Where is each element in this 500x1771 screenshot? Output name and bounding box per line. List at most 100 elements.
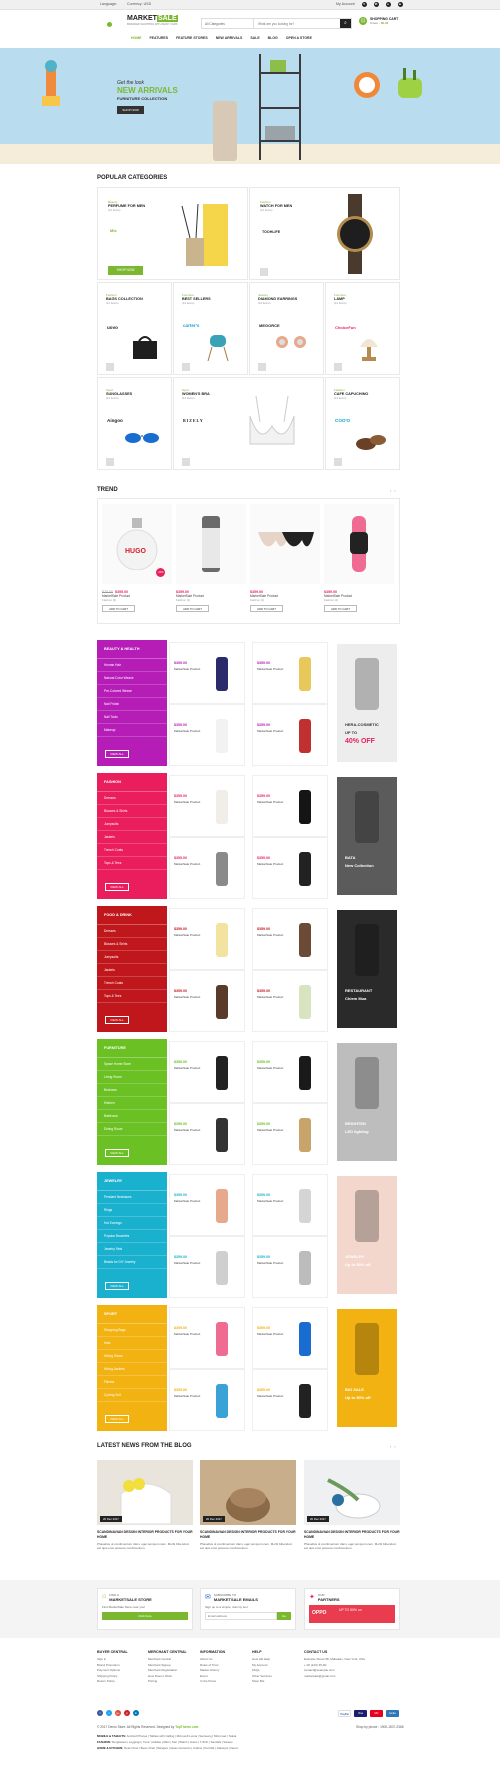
category-sidebar-item[interactable]: Popular Bracelets (97, 1230, 167, 1243)
category-sidebar-item[interactable]: Shopping Bags (97, 1324, 167, 1337)
view-all-button[interactable]: VIEW ALL (105, 883, 129, 891)
category-sidebar-item[interactable]: Cycling Suit (97, 1389, 167, 1402)
news-title-link[interactable]: SCANDINAVIAN DESIGN INTERIOR PRODUCTS FO… (97, 1530, 193, 1539)
news-title-link[interactable]: SCANDINAVIAN DESIGN INTERIOR PRODUCTS FO… (200, 1530, 296, 1539)
block-product[interactable]: $359.00 MarketSale Product (169, 1236, 245, 1298)
add-to-cart-button[interactable]: ADD TO CART (102, 605, 135, 612)
category-sidebar-item[interactable]: Kitchen (97, 1097, 167, 1110)
banner-shop-button[interactable]: SHOP NOW (117, 106, 144, 114)
category-block-title[interactable]: BEAUTY & HEALTH (97, 640, 167, 659)
category-sidebar-item[interactable]: Space Home Store (97, 1058, 167, 1071)
logo[interactable]: MARKETSALE (127, 15, 178, 22)
block-product[interactable]: $359.00 MarketSale Product (169, 1103, 245, 1165)
arrow-icon[interactable] (260, 268, 268, 276)
nav-open-store[interactable]: OPEN A STORE (286, 36, 312, 40)
category-sidebar-item[interactable]: Jewelry Sets (97, 1243, 167, 1256)
category-lamp[interactable]: Furniture LAMP (12 items) ChoiceFun (325, 282, 400, 375)
prev-arrow-icon[interactable]: ‹ (390, 488, 391, 493)
view-all-button[interactable]: VIEW ALL (105, 1415, 129, 1423)
block-product[interactable]: $359.00 MarketSale Product (252, 1369, 328, 1431)
block-product[interactable]: $359.00 MarketSale Product (169, 837, 245, 899)
block-product[interactable]: $359.00 MarketSale Product (169, 642, 245, 704)
block-product[interactable]: $359.00 MarketSale Product (252, 1041, 328, 1103)
category-sidebar-item[interactable]: Dining Room (97, 1123, 167, 1136)
category-bra[interactable]: Sport WOMEN'S BRA (12 items) BIZELY (173, 377, 324, 470)
category-sidebar-item[interactable]: Tops & Tees (97, 857, 167, 870)
block-product[interactable]: $359.00 MarketSale Product (169, 775, 245, 837)
next-arrow-icon[interactable]: › (394, 1444, 395, 1449)
category-sidebar-item[interactable]: Trench Coats (97, 977, 167, 990)
category-sidebar-item[interactable]: Pendant Necklaces (97, 1191, 167, 1204)
news-card[interactable]: 20 Dec 2017 SCANDINAVIAN DESIGN INTERIOR… (97, 1460, 193, 1570)
search-input[interactable] (254, 19, 340, 28)
contact-email[interactable]: marketsale@gmail.com (304, 1674, 400, 1680)
category-block-title[interactable]: JEWELRY (97, 1172, 167, 1191)
category-sidebar-item[interactable]: Blouses & Shirts (97, 805, 167, 818)
category-sidebar-item[interactable]: Blouses & Shirts (97, 938, 167, 951)
arrow-icon[interactable] (258, 363, 266, 371)
language-selector[interactable]: Language: (100, 2, 117, 6)
category-watch[interactable]: Fashion WATCH FOR MEN (12 items) TOOHLIF… (249, 187, 400, 280)
oppo-promo[interactable]: OPPO UP TO 50% on (309, 1605, 395, 1623)
arrow-icon[interactable] (182, 458, 190, 466)
category-sidebar-item[interactable]: Pre-Colored Weave (97, 685, 167, 698)
category-sidebar-item[interactable]: Jackets (97, 831, 167, 844)
user-icon[interactable]: ● (385, 2, 391, 7)
nav-blog[interactable]: BLOG (268, 36, 278, 40)
category-sidebar-item[interactable]: Human Hair (97, 659, 167, 672)
category-sidebar-item[interactable]: Bedroom (97, 1084, 167, 1097)
add-to-cart-button[interactable]: ADD TO CART (324, 605, 357, 612)
email-input[interactable] (205, 1612, 277, 1620)
my-account-link[interactable]: My Account (336, 2, 355, 7)
category-sidebar-item[interactable]: Hiking Shoes (97, 1350, 167, 1363)
category-sidebar-item[interactable]: Natural Color Weave (97, 672, 167, 685)
block-product[interactable]: $359.00 MarketSale Product (252, 704, 328, 766)
category-sidebar-item[interactable]: Fitness (97, 1376, 167, 1389)
nav-new-arrivals[interactable]: NEW ARRIVALS (216, 36, 243, 40)
linkedin-icon[interactable]: in (133, 1710, 139, 1716)
nav-home[interactable]: HOME (131, 36, 142, 40)
block-product[interactable]: $359.00 MarketSale Product (252, 908, 328, 970)
cart-icon[interactable]: ■ (397, 2, 403, 7)
heart-icon[interactable]: ♥ (361, 2, 367, 7)
category-sidebar-item[interactable]: Jackets (97, 964, 167, 977)
nav-sale[interactable]: SALE (250, 36, 259, 40)
pinterest-icon[interactable]: p (124, 1710, 130, 1716)
trend-card[interactable]: $359.00 MarketSale Product Fashion (2) A… (324, 504, 394, 619)
nav-features[interactable]: FEATURES (150, 36, 169, 40)
currency-selector[interactable]: Currency: USD (127, 2, 151, 6)
news-card[interactable]: 20 Dec 2017 SCANDINAVIAN DESIGN INTERIOR… (304, 1460, 400, 1570)
category-block-title[interactable]: SPORT (97, 1305, 167, 1324)
category-bags[interactable]: Fashion BAGS COLLECTION (12 items) uovo (97, 282, 172, 375)
shopping-cart[interactable]: ⊡ SHOPPING CART 0 item - $0.00 (359, 17, 398, 25)
category-sidebar-item[interactable]: Hiking Jackets (97, 1363, 167, 1376)
category-block-title[interactable]: FURNITURE (97, 1039, 167, 1058)
arrow-icon[interactable] (106, 363, 114, 371)
category-sidebar-item[interactable]: Rings (97, 1204, 167, 1217)
block-product[interactable]: $359.00 MarketSale Product (252, 837, 328, 899)
facebook-icon[interactable]: f (97, 1710, 103, 1716)
block-product[interactable]: $359.00 MarketSale Product (252, 775, 328, 837)
subscribe-button[interactable]: Go (277, 1612, 291, 1620)
category-cafe[interactable]: Fashion CAFE CAPUCHINO (12 items) COO'O (325, 377, 400, 470)
category-sidebar-item[interactable]: Nail Tools (97, 711, 167, 724)
footer-link[interactable]: Pricing (148, 1679, 208, 1685)
category-block-title[interactable]: FASHION (97, 773, 167, 792)
promo-banner[interactable]: BATA New Collection (337, 777, 397, 895)
view-all-button[interactable]: VIEW ALL (105, 1282, 129, 1290)
nav-feature-stores[interactable]: FEATURE STORES (176, 36, 208, 40)
block-product[interactable]: $359.00 MarketSale Product (169, 1307, 245, 1369)
category-best-sellers[interactable]: Furniture BEST SELLERS (12 items) carter… (173, 282, 248, 375)
block-product[interactable]: $359.00 MarketSale Product (252, 1307, 328, 1369)
promo-banner[interactable]: RESTAURANT Chiem Mua (337, 910, 397, 1028)
category-sidebar-item[interactable]: Hats (97, 1337, 167, 1350)
news-title-link[interactable]: SCANDINAVIAN DESIGN INTERIOR PRODUCTS FO… (304, 1530, 400, 1539)
category-block-title[interactable]: FOOD & DRINK (97, 906, 167, 925)
search-category-select[interactable]: All Categories (202, 19, 254, 28)
block-product[interactable]: $359.00 MarketSale Product (169, 1041, 245, 1103)
footer-link[interactable]: Shop Bot (252, 1679, 312, 1685)
block-product[interactable]: $359.00 MarketSale Product (169, 1174, 245, 1236)
designer-link[interactable]: TopTheme.com (175, 1725, 198, 1729)
category-sidebar-item[interactable]: Living Room (97, 1071, 167, 1084)
category-perfume[interactable]: Beauty PERFUME FOR MEN (12 items) Mix SH… (97, 187, 248, 280)
